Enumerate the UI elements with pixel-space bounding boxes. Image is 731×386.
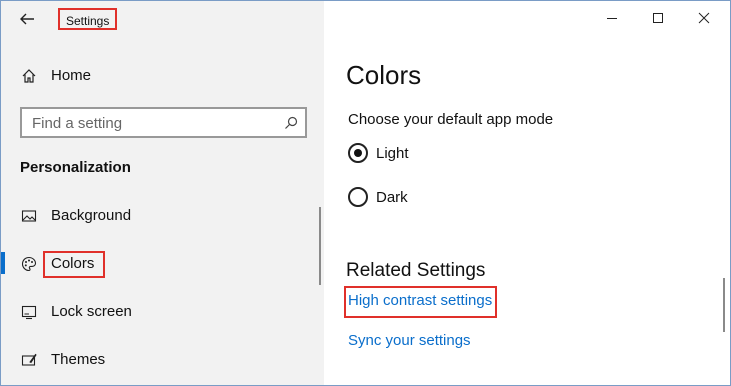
sidebar-item-background[interactable]: Background <box>1 196 324 236</box>
dark-label[interactable]: Dark <box>376 189 408 206</box>
app-mode-label: Choose your default app mode <box>348 111 554 128</box>
search-input[interactable] <box>32 114 272 132</box>
high-contrast-link[interactable]: High contrast settings <box>348 292 492 309</box>
content-scrollbar[interactable] <box>723 278 725 332</box>
close-button[interactable] <box>684 5 724 31</box>
colors-highlight-box <box>43 251 105 278</box>
sidebar-item-home[interactable]: Home <box>1 56 324 96</box>
sidebar-item-lock-screen[interactable]: Lock screen <box>1 292 324 332</box>
settings-window: Settings Home Personalization <box>0 0 731 386</box>
sync-settings-link[interactable]: Sync your settings <box>348 332 471 349</box>
image-icon <box>18 196 40 236</box>
minimize-button[interactable] <box>592 5 632 31</box>
page-title: Colors <box>346 60 422 90</box>
light-label[interactable]: Light <box>376 145 409 162</box>
content-pane: Colors Choose your default app mode Ligh… <box>324 1 730 385</box>
dark-radio[interactable] <box>348 187 368 207</box>
close-icon <box>698 12 710 24</box>
back-arrow-icon <box>20 13 34 25</box>
search-box[interactable] <box>20 107 307 138</box>
maximize-button[interactable] <box>638 5 678 31</box>
sidebar-item-label: Background <box>51 207 132 224</box>
home-icon <box>18 56 40 96</box>
sidebar-item-label: Themes <box>51 351 106 368</box>
maximize-icon <box>653 13 663 23</box>
lock-screen-icon <box>18 292 40 332</box>
related-settings-heading: Related Settings <box>346 260 486 281</box>
sidebar-item-themes[interactable]: Themes <box>1 340 324 380</box>
light-radio[interactable] <box>348 143 368 163</box>
home-label: Home <box>51 67 92 84</box>
section-heading: Personalization <box>20 159 131 176</box>
sidebar-item-label: Lock screen <box>51 303 132 320</box>
themes-icon <box>18 340 40 380</box>
window-title: Settings <box>58 8 118 30</box>
minimize-icon <box>607 18 617 19</box>
sidebar-scrollbar[interactable] <box>319 207 321 285</box>
sidebar: Settings Home Personalization <box>1 1 324 385</box>
search-icon[interactable] <box>283 115 299 131</box>
back-button[interactable] <box>17 9 39 29</box>
palette-icon <box>18 244 40 284</box>
